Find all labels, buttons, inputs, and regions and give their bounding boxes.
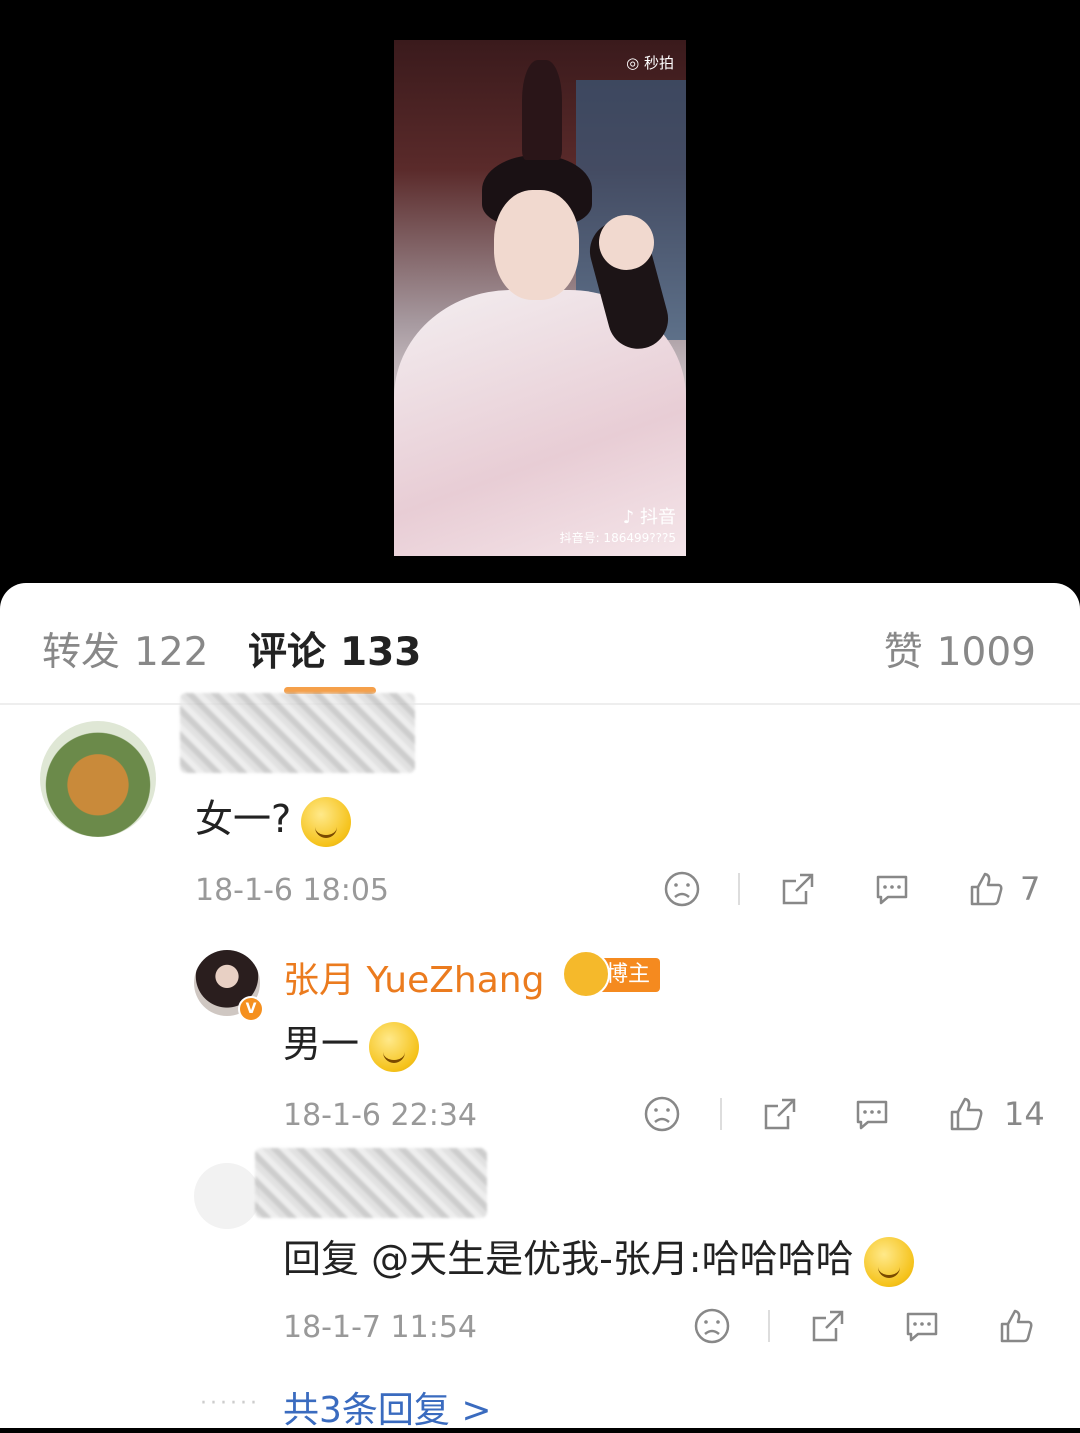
douyin-watermark: ♪ 抖音 抖音号: 186499???5 [559, 507, 676, 545]
tab-likes[interactable]: 赞 1009 [884, 621, 1036, 677]
miaopai-watermark: ◎ 秒拍 [626, 54, 674, 72]
like-count: 7 [1020, 870, 1041, 908]
redacted-username [180, 693, 415, 773]
tab-bar: 转发 122 评论 133 赞 1009 [0, 583, 1080, 703]
reply-text: 男一 [283, 1013, 420, 1072]
comment-text: 女一? [195, 788, 352, 847]
tab-divider [0, 703, 1080, 705]
blogger-badge: 博主 [562, 950, 661, 998]
share-icon[interactable] [778, 869, 818, 909]
dislike-icon[interactable] [692, 1306, 732, 1346]
video-player[interactable]: ◎ 秒拍 ♪ 抖音 抖音号: 186499???5 [394, 40, 686, 556]
author-name[interactable]: 张月 YueZhang [283, 951, 544, 1003]
share-icon[interactable] [760, 1094, 800, 1134]
comment-sheet: 转发 122 评论 133 赞 1009 女一? 18-1-6 18:05 7 V 张… [0, 583, 1080, 1431]
action-separator [738, 873, 740, 905]
verified-badge: V [238, 996, 264, 1022]
like-icon[interactable] [966, 869, 1006, 909]
share-icon[interactable] [808, 1306, 848, 1346]
tab-comments[interactable]: 评论 133 [248, 621, 421, 677]
action-separator [768, 1310, 770, 1342]
video-figure-hand [599, 215, 654, 270]
like-icon[interactable] [946, 1094, 986, 1134]
replier-avatar[interactable] [194, 1163, 260, 1229]
reply-icon[interactable] [852, 1094, 892, 1134]
reply-timestamp: 18-1-7 11:54 [283, 1310, 477, 1345]
thinking-emoji [301, 796, 352, 847]
crown-icon [562, 950, 610, 998]
redacted-username [255, 1148, 487, 1218]
dislike-icon[interactable] [662, 869, 702, 909]
video-area: ◎ 秒拍 ♪ 抖音 抖音号: 186499???5 [0, 0, 1080, 590]
video-figure-headpiece [522, 60, 562, 160]
video-figure-face [494, 190, 579, 300]
like-count: 14 [1004, 1095, 1045, 1133]
reply-icon[interactable] [872, 869, 912, 909]
like-icon[interactable] [996, 1306, 1036, 1346]
reply-timestamp: 18-1-6 22:34 [283, 1098, 477, 1133]
more-replies-link[interactable]: 共3条回复 > [283, 1381, 492, 1433]
tab-reposts[interactable]: 转发 122 [42, 621, 208, 677]
reply-text: 回复 @天生是优我-张月:哈哈哈哈 [283, 1228, 914, 1287]
commenter-avatar[interactable] [40, 721, 156, 837]
dislike-icon[interactable] [642, 1094, 682, 1134]
laughing-crying-emoji [863, 1236, 914, 1287]
action-separator [720, 1098, 722, 1130]
comment-timestamp: 18-1-6 18:05 [195, 873, 389, 908]
reply-icon[interactable] [902, 1306, 942, 1346]
more-dots: ······ [200, 1391, 260, 1416]
grin-emoji [369, 1021, 420, 1072]
